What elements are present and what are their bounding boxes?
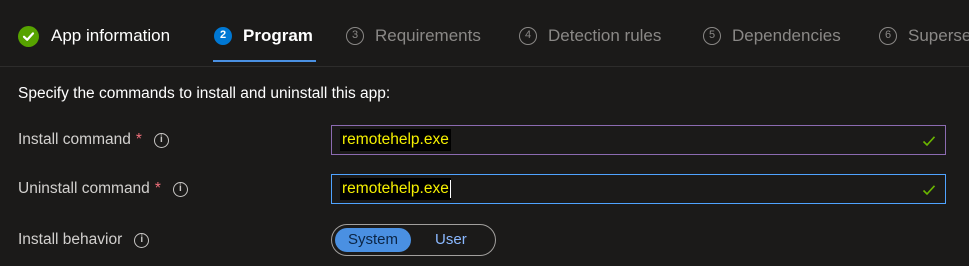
check-icon xyxy=(18,26,39,47)
valid-check-icon xyxy=(922,134,936,152)
install-command-label: Install command * i xyxy=(18,131,169,149)
step-number-badge: 4 xyxy=(519,27,537,45)
tab-label: Dependencies xyxy=(732,26,841,45)
tab-label: App information xyxy=(51,26,171,45)
tab-detection-rules[interactable]: 4 Detection rules xyxy=(519,26,661,66)
field-label: Install behavior xyxy=(18,231,123,248)
section-heading: Specify the commands to install and unin… xyxy=(18,85,391,102)
tab-label: Detection rules xyxy=(548,26,662,45)
step-number-badge: 6 xyxy=(879,27,897,45)
valid-check-icon xyxy=(922,183,936,201)
user-option[interactable]: User xyxy=(411,228,480,252)
active-tab-indicator xyxy=(213,60,316,62)
tab-requirements[interactable]: 3 Requirements xyxy=(346,26,481,66)
system-option[interactable]: System xyxy=(335,228,412,252)
required-marker: * xyxy=(135,131,142,148)
text-cursor xyxy=(449,180,451,198)
tab-label: Superse xyxy=(908,26,969,45)
uninstall-command-label: Uninstall command * i xyxy=(18,180,188,198)
install-behavior-label: Install behavior i xyxy=(18,231,150,249)
info-icon[interactable]: i xyxy=(172,181,188,197)
install-command-value: remotehelp.exe xyxy=(342,131,449,149)
step-number-badge: 5 xyxy=(703,27,721,45)
uninstall-command-value: remotehelp.exe xyxy=(342,180,449,198)
wizard-tabs: App information 2 Program 3 Requirements… xyxy=(0,0,969,67)
field-label: Install command xyxy=(18,131,131,148)
field-label: Uninstall command xyxy=(18,180,150,197)
install-command-input[interactable]: remotehelp.exe xyxy=(331,125,946,155)
tab-label: Program xyxy=(243,26,313,45)
info-icon[interactable]: i xyxy=(134,232,150,248)
info-icon[interactable]: i xyxy=(153,132,169,148)
uninstall-command-input[interactable]: remotehelp.exe xyxy=(331,174,946,204)
step-number-badge: 2 xyxy=(214,27,232,45)
install-behavior-toggle[interactable]: System User xyxy=(331,224,496,256)
step-number-badge: 3 xyxy=(346,27,364,45)
tab-dependencies[interactable]: 5 Dependencies xyxy=(703,26,841,66)
tab-app-information[interactable]: App information xyxy=(18,26,170,66)
tab-supersedence[interactable]: 6 Superse xyxy=(879,26,969,66)
divider xyxy=(0,66,969,67)
tab-label: Requirements xyxy=(375,26,481,45)
required-marker: * xyxy=(154,180,161,197)
